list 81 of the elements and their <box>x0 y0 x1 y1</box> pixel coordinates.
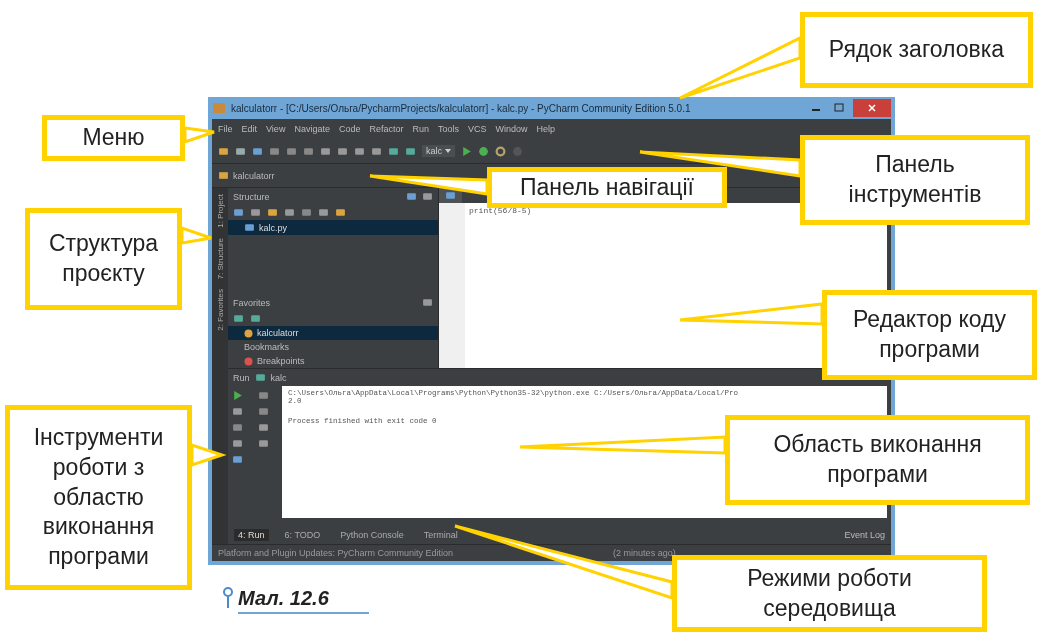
side-tab[interactable]: 1: Project <box>215 194 225 228</box>
callout-label: Панель інструментів <box>800 135 1030 225</box>
window-title: kalculatorr - [C:/Users/Ольга/PycharmProjects/kalculatorr] - kalc.py - PyCharm Community Edition 5.0.1 <box>231 102 692 114</box>
leader-line <box>180 225 213 245</box>
side-tab[interactable]: 7: Structure <box>215 237 225 280</box>
menu-item[interactable]: Window <box>495 124 528 134</box>
panel-tool-icon[interactable] <box>422 297 433 308</box>
toolbar-icon[interactable] <box>269 145 280 157</box>
tree-item[interactable]: kalc.py <box>228 220 438 235</box>
toolbar-icon[interactable] <box>286 145 297 157</box>
menu-item[interactable]: VCS <box>468 124 487 134</box>
toolbar-icon[interactable] <box>405 145 416 157</box>
tool-window-tab[interactable]: 6: TODO <box>280 529 325 541</box>
run-tool-icon[interactable] <box>257 406 269 417</box>
tree-item[interactable]: kalculatorr <box>228 326 438 340</box>
toolbar-icon[interactable] <box>218 145 229 157</box>
run-tool-icon[interactable] <box>257 438 269 449</box>
toolbar-icon[interactable] <box>388 145 399 157</box>
structure-tool-icon[interactable] <box>233 207 244 218</box>
menu-item[interactable]: Navigate <box>294 124 330 134</box>
run-tool-icon[interactable] <box>232 406 243 417</box>
breakpoint-icon <box>244 356 253 366</box>
side-tab[interactable]: 2: Favorites <box>215 289 225 331</box>
callout-label: Редактор коду програми <box>822 290 1037 380</box>
menu-item[interactable]: Refactor <box>369 124 404 134</box>
panel-title: Run <box>233 372 250 383</box>
tool-window-tab[interactable]: Python Console <box>336 529 408 541</box>
run-tool-icon[interactable] <box>232 438 243 449</box>
status-message: Platform and Plugin Updates: PyCharm Community Edition <box>218 548 454 558</box>
panel-tool-icon[interactable] <box>406 191 417 202</box>
structure-tool-icon[interactable] <box>318 207 329 218</box>
close-button[interactable] <box>853 99 891 117</box>
callout-label: Режими роботи середовища <box>672 555 987 632</box>
menu-item[interactable]: Run <box>412 124 429 134</box>
callout-label: Меню <box>42 115 185 161</box>
menu-item[interactable]: Help <box>536 124 556 134</box>
run-tool-icon[interactable] <box>257 422 269 433</box>
run-tool-icon[interactable] <box>232 454 243 465</box>
toolbar-icon[interactable] <box>303 145 314 157</box>
folder-icon <box>218 170 229 181</box>
menu-item[interactable]: Tools <box>437 124 459 134</box>
callout-label: Область виконання програми <box>725 415 1030 505</box>
figure-caption: Мал. 12.6 <box>238 587 369 614</box>
run-icon[interactable] <box>232 390 243 401</box>
tool-window-tab[interactable]: 4: Run <box>234 529 269 541</box>
structure-tool-icon[interactable] <box>301 207 312 218</box>
run-icon[interactable] <box>461 145 472 157</box>
tree-item[interactable]: Breakpoints <box>228 354 438 368</box>
toolbar-icon[interactable] <box>252 145 263 157</box>
structure-tool-icon[interactable] <box>284 207 295 218</box>
run-tool-icon[interactable] <box>232 422 243 433</box>
menu-item[interactable]: View <box>266 124 286 134</box>
toolbar-icon[interactable] <box>337 145 348 157</box>
toolbar-icon[interactable] <box>371 145 382 157</box>
panel-title: Favorites <box>233 297 270 308</box>
tree-item[interactable]: Bookmarks <box>228 340 438 354</box>
run-config-dropdown[interactable]: kalc <box>422 145 455 157</box>
structure-tool-icon[interactable] <box>250 207 261 218</box>
menu-item[interactable]: File <box>218 124 233 134</box>
callout-label: Інструменти роботи з областю виконання програми <box>5 405 192 590</box>
menu-item[interactable]: Edit <box>241 124 258 134</box>
toolbar-icon[interactable] <box>320 145 331 157</box>
panel-tool-icon[interactable] <box>422 191 433 202</box>
code-line: print(56/8-5) <box>469 206 532 215</box>
menu-item[interactable]: Code <box>338 124 361 134</box>
app-logo-icon <box>212 102 226 114</box>
toolbar-icon[interactable] <box>235 145 246 157</box>
event-log-tab[interactable]: Event Log <box>844 530 885 540</box>
structure-tool-icon[interactable] <box>335 207 346 218</box>
leader-line <box>183 126 216 145</box>
tool-window-tab[interactable]: Terminal <box>419 529 462 541</box>
structure-tool-icon[interactable] <box>267 207 278 218</box>
run-config-label: kalc <box>270 372 287 383</box>
caret-icon <box>445 149 451 153</box>
run-tool-icon[interactable] <box>257 390 269 401</box>
panel-title: Structure <box>233 191 270 202</box>
leader-line <box>190 442 227 468</box>
callout-label: Структура проєкту <box>25 208 182 310</box>
close-icon <box>868 104 876 112</box>
pin-icon <box>222 587 234 609</box>
navigation-path[interactable]: kalculatorr <box>233 170 275 181</box>
